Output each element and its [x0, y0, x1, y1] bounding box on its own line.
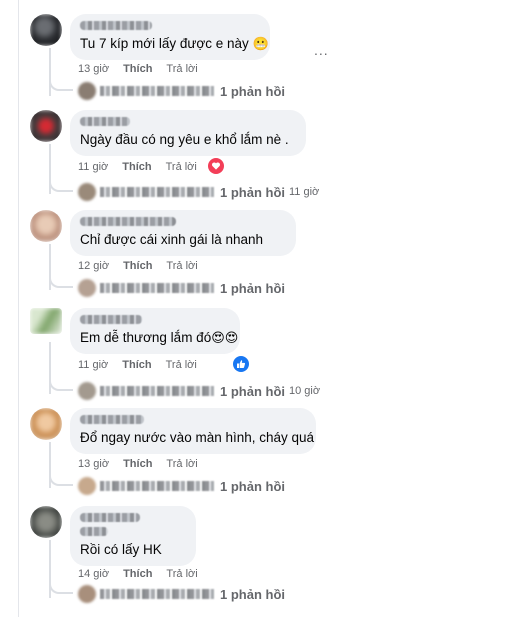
reply-preview: [100, 386, 214, 396]
heart-eyes-emoji: 😍😍: [211, 330, 239, 345]
reply-avatar: [78, 477, 96, 495]
avatar[interactable]: [30, 506, 62, 538]
comment-time[interactable]: 11 giờ: [78, 359, 108, 371]
author-name[interactable]: [80, 315, 142, 324]
reply-avatar: [78, 82, 96, 100]
like-button[interactable]: Thích: [123, 63, 152, 75]
reply-preview: [100, 187, 214, 197]
reply-avatar: [78, 183, 96, 201]
like-button[interactable]: Thích: [123, 568, 152, 580]
love-reaction-icon[interactable]: [208, 158, 224, 174]
reply-preview: [100, 283, 214, 293]
comment-meta: 13 giờ Thích Trả lời: [78, 63, 212, 75]
author-name[interactable]: [80, 217, 176, 226]
comment-time[interactable]: 11 giờ: [78, 161, 108, 173]
avatar[interactable]: [30, 408, 62, 440]
comment-meta: 13 giờ Thích Trả lời: [78, 458, 212, 470]
comment-3: Chỉ được cái xinh gái là nhanh 12 giờ Thí…: [30, 210, 500, 300]
comment-4: Em dễ thương lắm đó😍😍 11 giờ Thích Trả lời…: [30, 308, 500, 401]
reply-button[interactable]: Trả lời: [166, 161, 197, 173]
reply-time: 10 giờ: [289, 385, 321, 397]
comment-text: Chỉ được cái xinh gái là nhanh: [80, 232, 263, 247]
reply-connector: [49, 268, 73, 288]
reply-connector: [49, 172, 73, 192]
avatar[interactable]: [30, 14, 62, 46]
avatar[interactable]: [30, 210, 62, 242]
reply-preview: [100, 481, 214, 491]
comment-time[interactable]: 13 giờ: [78, 458, 109, 470]
reply-button[interactable]: Trả lời: [166, 568, 197, 580]
reply-count[interactable]: 1 phản hồi: [220, 479, 285, 494]
comment-text: Đổ ngay nước vào màn hình, cháy quá: [80, 430, 315, 445]
like-button[interactable]: Thích: [123, 260, 152, 272]
comment-text: Em dễ thương lắm đó😍😍: [80, 330, 239, 345]
reply-button[interactable]: Trả lời: [166, 63, 197, 75]
more-options-icon[interactable]: ...: [314, 42, 329, 58]
author-badge: [80, 527, 108, 536]
reply-count[interactable]: 1 phản hồi: [220, 281, 285, 296]
like-button[interactable]: Thích: [122, 161, 151, 173]
reply-count[interactable]: 1 phản hồi: [220, 84, 285, 99]
comment-bubble: Chỉ được cái xinh gái là nhanh: [70, 210, 296, 256]
reply-preview: [100, 86, 214, 96]
reply-button[interactable]: Trả lời: [166, 458, 197, 470]
grimace-emoji: 😬: [252, 36, 269, 51]
comment-time[interactable]: 14 giờ: [78, 568, 109, 580]
view-replies[interactable]: 1 phản hồi 10 giờ: [49, 371, 321, 401]
comment-bubble: Rồi có lấy HK: [70, 506, 196, 566]
comment-meta: 11 giờ Thích Trả lời: [78, 161, 211, 173]
author-name[interactable]: [80, 21, 152, 30]
comment-5: Đổ ngay nước vào màn hình, cháy quá 13 g…: [30, 408, 500, 498]
comment-time[interactable]: 13 giờ: [78, 63, 109, 75]
comment-6: Rồi có lấy HK 14 giờ Thích Trả lời 1 phản …: [30, 506, 500, 606]
reply-count[interactable]: 1 phản hồi: [220, 587, 285, 602]
avatar[interactable]: [30, 110, 62, 142]
like-button[interactable]: Thích: [123, 458, 152, 470]
view-replies[interactable]: 1 phản hồi: [49, 574, 285, 604]
comment-meta: 14 giờ Thích Trả lời: [78, 568, 212, 580]
reply-count[interactable]: 1 phản hồi: [220, 384, 285, 399]
author-name[interactable]: [80, 415, 144, 424]
reply-connector: [49, 466, 73, 486]
reply-time: 11 giờ: [289, 186, 320, 198]
like-button[interactable]: Thích: [122, 359, 151, 371]
reply-avatar: [78, 279, 96, 297]
comment-time[interactable]: 12 giờ: [78, 260, 109, 272]
comment-bubble: Tu 7 kíp mới lấy được e này 😬: [70, 14, 270, 60]
comment-meta: 11 giờ Thích Trả lời: [78, 359, 211, 371]
reply-button[interactable]: Trả lời: [166, 359, 197, 371]
author-name[interactable]: [80, 513, 140, 522]
avatar[interactable]: [30, 308, 62, 334]
comment-2: Ngày đầu có ng yêu e khổ lắm nè . 11 giờ…: [30, 110, 500, 202]
reply-preview: [100, 589, 214, 599]
reply-connector: [49, 574, 73, 594]
comment-text: Tu 7 kíp mới lấy được e này 😬: [80, 36, 269, 51]
view-replies[interactable]: 1 phản hồi: [49, 71, 285, 101]
reply-connector: [49, 371, 73, 391]
reply-avatar: [78, 585, 96, 603]
comment-1: Tu 7 kíp mới lấy được e này 😬 ... 13 giờ…: [30, 14, 500, 104]
reply-connector: [49, 71, 73, 91]
view-replies[interactable]: 1 phản hồi 11 giờ: [49, 172, 320, 202]
comment-bubble: Ngày đầu có ng yêu e khổ lắm nè .: [70, 110, 306, 156]
view-replies[interactable]: 1 phản hồi: [49, 466, 285, 496]
reply-button[interactable]: Trả lời: [166, 260, 197, 272]
comment-text: Ngày đầu có ng yêu e khổ lắm nè .: [80, 132, 289, 147]
comment-bubble: Em dễ thương lắm đó😍😍: [70, 308, 240, 354]
author-name[interactable]: [80, 117, 130, 126]
view-replies[interactable]: 1 phản hồi: [49, 268, 285, 298]
feed-border: [18, 0, 19, 617]
reply-count[interactable]: 1 phản hồi: [220, 185, 285, 200]
reply-avatar: [78, 382, 96, 400]
like-reaction-icon[interactable]: [233, 356, 249, 372]
comment-meta: 12 giờ Thích Trả lời: [78, 260, 212, 272]
comment-text: Rồi có lấy HK: [80, 542, 162, 557]
comment-bubble: Đổ ngay nước vào màn hình, cháy quá: [70, 408, 316, 454]
